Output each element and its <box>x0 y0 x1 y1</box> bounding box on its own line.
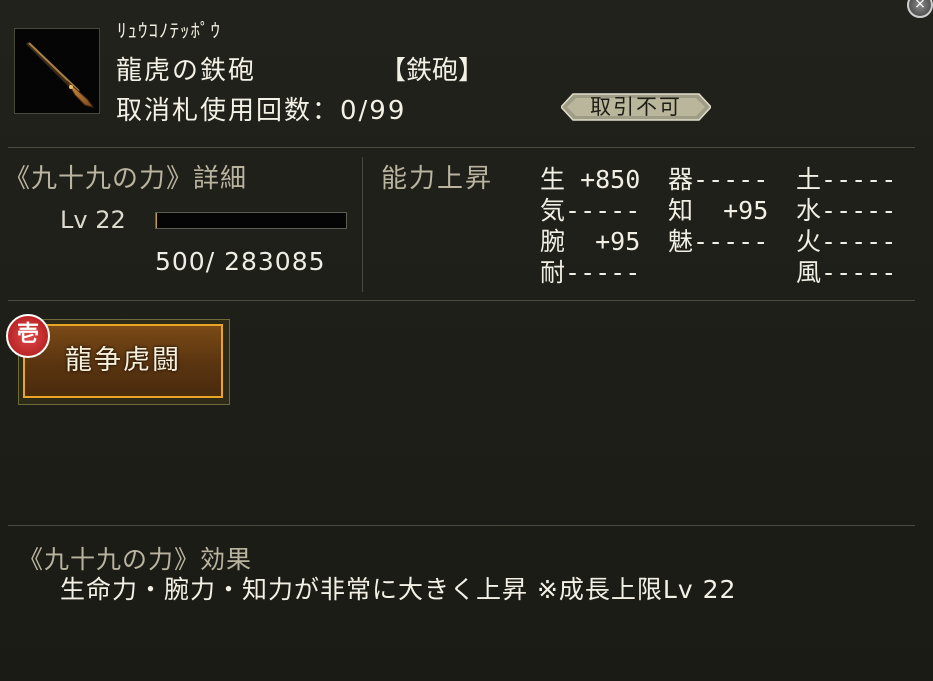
stat-wind: 風----- <box>796 258 897 287</box>
divider-vertical <box>362 157 363 292</box>
ability-boost-title: 能力上昇 <box>381 164 494 194</box>
tsukumo-effect-text: 生命力・腕力・知力が非常に大きく上昇 ※成長上限Lv 22 <box>60 575 737 604</box>
exp-value: 500/ 283085 <box>155 247 326 276</box>
trade-status-label: 取引不可 <box>590 95 682 119</box>
item-type: 【鉄砲】 <box>380 56 485 86</box>
matchlock-rifle-icon <box>25 41 95 108</box>
skill-slot[interactable]: 龍争虎闘 <box>18 319 230 405</box>
skill-label: 龍争虎闘 <box>65 345 181 376</box>
cancel-ticket-use-count: 取消札使用回数：0/99 <box>116 96 407 126</box>
close-icon[interactable]: × <box>907 0 933 18</box>
divider <box>8 525 915 526</box>
exp-progress-bar <box>155 212 347 229</box>
item-name: 龍虎の鉄砲 <box>116 56 257 86</box>
divider <box>8 300 915 301</box>
item-icon-frame <box>14 28 100 114</box>
tsukumo-effect-title: 《九十九の力》効果 <box>18 545 253 574</box>
stat-charm: 魅----- <box>668 227 769 256</box>
stat-endurance: 耐----- <box>540 258 641 287</box>
item-detail-panel: × ﾘｭｳｺﾉﾃｯﾎﾟｳ 龍虎の鉄砲 【鉄砲】 取消札使用回数：0/99 取引不… <box>0 0 933 681</box>
tsukumo-detail-title: 《九十九の力》詳細 <box>4 164 248 194</box>
trade-status-badge: 取引不可 <box>559 92 713 122</box>
skill-rank-seal: 壱 <box>6 314 50 358</box>
divider <box>8 147 915 148</box>
skill-button[interactable]: 龍争虎闘 <box>23 324 223 398</box>
level-label: Lv 22 <box>60 206 126 234</box>
item-kana-reading: ﾘｭｳｺﾉﾃｯﾎﾟｳ <box>117 20 222 42</box>
